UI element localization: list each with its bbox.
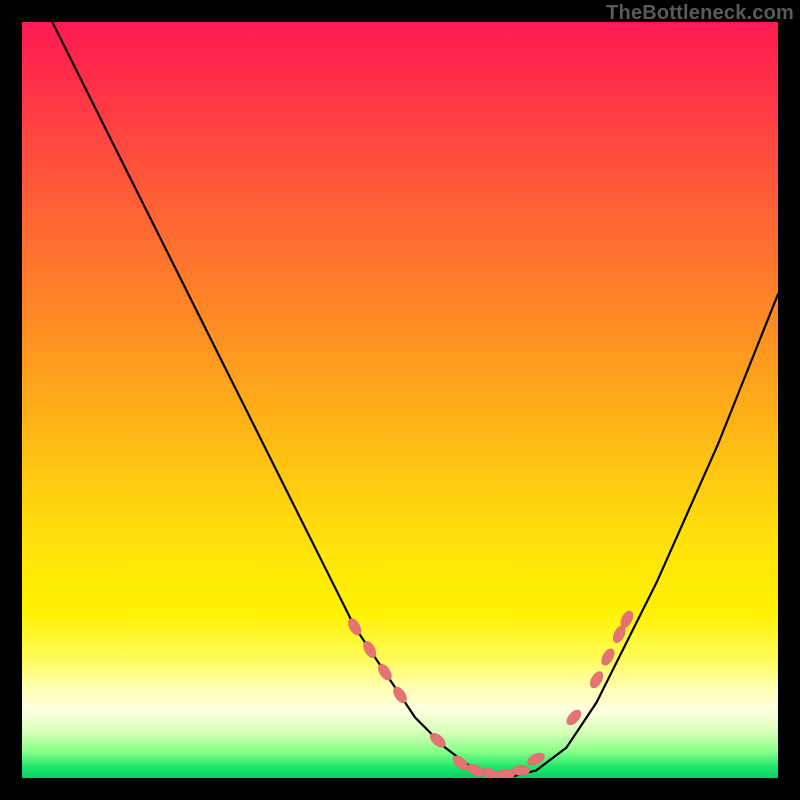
curve-marker bbox=[361, 639, 379, 660]
curve-marker bbox=[391, 685, 409, 706]
curve-marker bbox=[512, 765, 530, 775]
curve-marker bbox=[346, 617, 364, 638]
marker-layer bbox=[346, 609, 635, 778]
watermark-text: TheBottleneck.com bbox=[606, 2, 794, 25]
curve-marker bbox=[376, 662, 394, 683]
curve-marker bbox=[588, 669, 606, 690]
curve-marker bbox=[599, 647, 617, 668]
bottleneck-curve bbox=[52, 22, 778, 778]
chart-svg bbox=[22, 22, 778, 778]
curve-layer bbox=[52, 22, 778, 778]
plot-area bbox=[22, 22, 778, 778]
chart-frame bbox=[22, 22, 778, 778]
